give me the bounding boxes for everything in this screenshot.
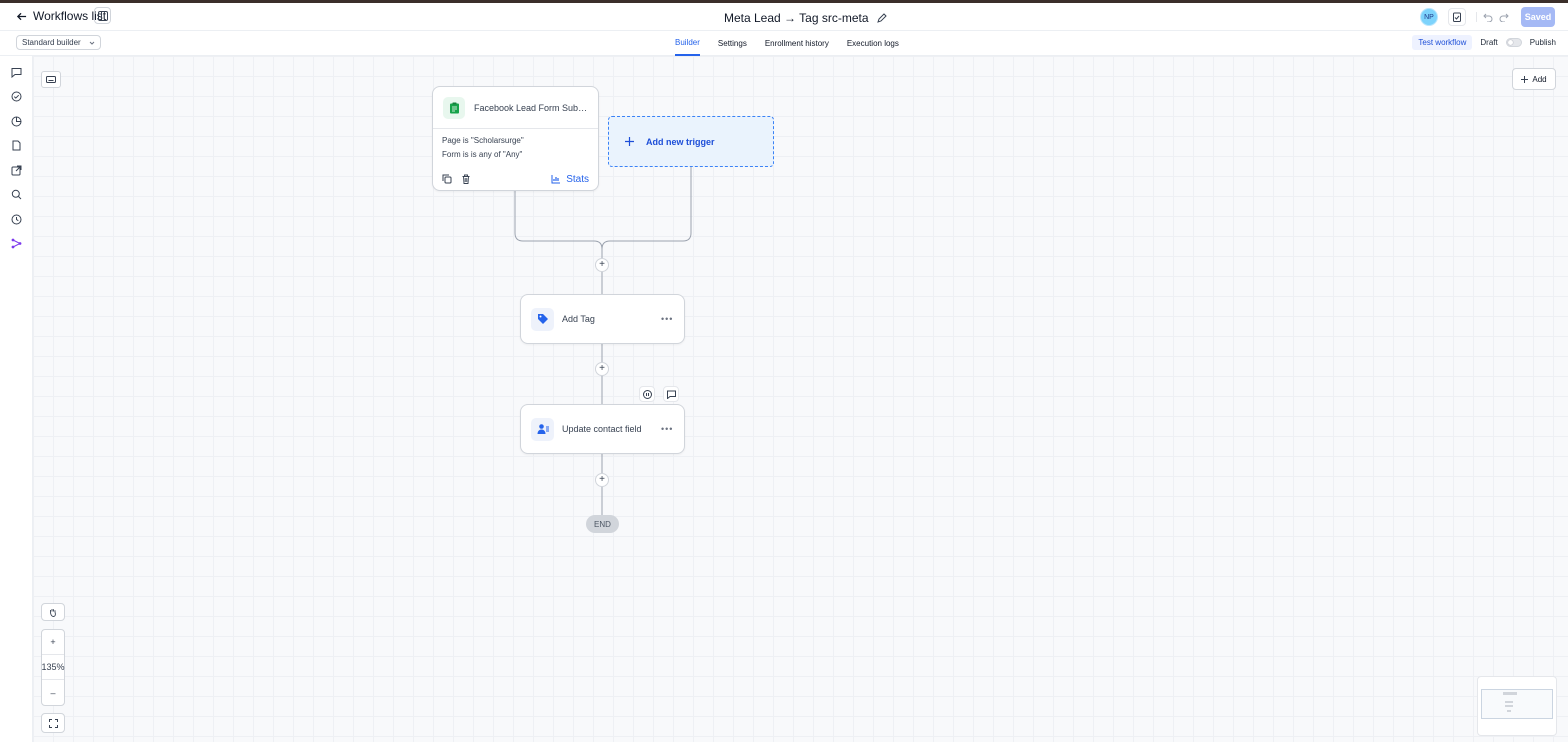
zoom-controls: + 135% – bbox=[41, 629, 65, 706]
keyboard-icon bbox=[46, 76, 56, 83]
edit-pencil-icon[interactable] bbox=[876, 13, 887, 23]
stats-label: Stats bbox=[566, 173, 589, 185]
trigger-condition-page: Page is "Scholarsurge" bbox=[442, 136, 524, 145]
keyboard-shortcuts-button[interactable] bbox=[41, 71, 61, 88]
top-header: Workflows list Meta Lead → Tag src-meta … bbox=[0, 3, 1568, 31]
contact-field-icon bbox=[531, 417, 554, 441]
action-card-add-tag[interactable]: Add Tag ••• bbox=[520, 294, 685, 344]
add-button-label: Add bbox=[1532, 74, 1547, 84]
add-step-button[interactable]: + bbox=[595, 258, 609, 272]
panel-toggle-button[interactable] bbox=[94, 7, 111, 24]
minimap-node bbox=[1505, 701, 1513, 703]
saved-button[interactable]: Saved bbox=[1521, 7, 1555, 27]
arrow-left-icon bbox=[16, 12, 27, 20]
more-options-icon[interactable]: ••• bbox=[661, 424, 673, 434]
avatar[interactable]: NP bbox=[1420, 8, 1438, 26]
redo-icon[interactable] bbox=[1499, 12, 1509, 22]
trigger-footer: Stats bbox=[433, 168, 598, 190]
add-step-button[interactable]: + bbox=[595, 473, 609, 487]
trigger-conditions: Page is "Scholarsurge" Form is is any of… bbox=[433, 129, 598, 162]
minimap[interactable] bbox=[1477, 676, 1557, 736]
tab-builder[interactable]: Builder bbox=[675, 31, 700, 56]
tab-settings[interactable]: Settings bbox=[718, 31, 747, 56]
plus-icon bbox=[625, 137, 634, 146]
back-to-workflows-link[interactable]: Workflows list bbox=[16, 9, 106, 23]
sub-header: Standard builder Builder Settings Enroll… bbox=[0, 31, 1568, 56]
workflow-title-text: Meta Lead → Tag src-meta bbox=[724, 11, 869, 25]
tag-icon bbox=[531, 307, 554, 331]
copy-icon[interactable] bbox=[442, 174, 452, 184]
workflow-canvas[interactable] bbox=[33, 56, 1568, 742]
add-step-button[interactable]: + bbox=[595, 362, 609, 376]
add-button[interactable]: Add bbox=[1512, 68, 1556, 90]
tab-enrollment-history[interactable]: Enrollment history bbox=[765, 31, 829, 56]
review-button[interactable] bbox=[1448, 8, 1466, 26]
check-circle-icon[interactable] bbox=[11, 91, 22, 102]
builder-mode-value: Standard builder bbox=[22, 38, 81, 47]
action-label: Add Tag bbox=[562, 314, 595, 324]
trigger-condition-form: Form is is any of "Any" bbox=[442, 150, 523, 159]
bar-chart-icon bbox=[551, 175, 561, 184]
pie-chart-icon[interactable] bbox=[11, 116, 22, 127]
header-actions: NP Saved bbox=[1420, 7, 1555, 27]
undo-icon[interactable] bbox=[1483, 12, 1493, 22]
workflow-icon[interactable] bbox=[11, 238, 22, 249]
publish-toggle[interactable] bbox=[1505, 38, 1522, 47]
test-workflow-button[interactable]: Test workflow bbox=[1412, 35, 1473, 50]
minimap-viewport bbox=[1481, 689, 1553, 719]
fit-view-button[interactable] bbox=[41, 713, 65, 733]
tab-execution-logs[interactable]: Execution logs bbox=[847, 31, 899, 56]
pause-button[interactable] bbox=[639, 386, 655, 402]
action-label: Update contact field bbox=[562, 424, 642, 434]
action-card-update-contact-field[interactable]: Update contact field ••• bbox=[520, 404, 685, 454]
add-new-trigger-label: Add new trigger bbox=[646, 136, 715, 147]
clipboard-form-icon bbox=[443, 96, 465, 119]
hand-icon bbox=[50, 608, 56, 617]
more-options-icon[interactable]: ••• bbox=[661, 314, 673, 324]
end-node: END bbox=[586, 515, 619, 533]
draft-label: Draft bbox=[1480, 38, 1498, 47]
stats-button[interactable]: Stats bbox=[551, 174, 589, 185]
pan-hand-button[interactable] bbox=[41, 603, 65, 621]
sidebar-panel-icon bbox=[97, 10, 108, 21]
workflow-title: Meta Lead → Tag src-meta bbox=[724, 11, 887, 25]
search-icon[interactable] bbox=[11, 189, 22, 200]
pause-circle-icon bbox=[642, 389, 652, 399]
zoom-out-button[interactable]: – bbox=[42, 680, 64, 705]
publish-label: Publish bbox=[1529, 38, 1556, 47]
minimap-node bbox=[1507, 710, 1511, 712]
publish-controls: Test workflow Draft Publish bbox=[1412, 35, 1556, 50]
trigger-card[interactable]: Facebook Lead Form Submi... Page is "Sch… bbox=[432, 86, 599, 191]
plus-icon bbox=[1521, 75, 1529, 83]
builder-mode-select[interactable]: Standard builder bbox=[16, 35, 101, 50]
chevron-down-icon bbox=[89, 41, 95, 45]
comment-icon bbox=[666, 390, 676, 399]
history-icon[interactable] bbox=[11, 214, 22, 225]
zoom-level: 135% bbox=[41, 655, 65, 680]
trash-icon[interactable] bbox=[461, 174, 471, 184]
comment-button[interactable] bbox=[663, 386, 679, 402]
main-tabs: Builder Settings Enrollment history Exec… bbox=[675, 31, 899, 56]
left-rail bbox=[0, 56, 33, 742]
minimap-node bbox=[1503, 692, 1517, 695]
clipboard-check-icon bbox=[1453, 12, 1461, 22]
minimap-node bbox=[1505, 705, 1513, 707]
history-controls bbox=[1476, 12, 1509, 22]
chat-icon[interactable] bbox=[11, 67, 22, 79]
trigger-header: Facebook Lead Form Submi... bbox=[433, 87, 598, 129]
external-link-icon[interactable] bbox=[11, 165, 22, 176]
zoom-in-button[interactable]: + bbox=[42, 630, 64, 655]
fit-view-icon bbox=[48, 718, 58, 728]
document-icon[interactable] bbox=[11, 140, 22, 151]
trigger-title: Facebook Lead Form Submi... bbox=[474, 102, 592, 113]
add-new-trigger-button[interactable]: Add new trigger bbox=[608, 116, 774, 167]
